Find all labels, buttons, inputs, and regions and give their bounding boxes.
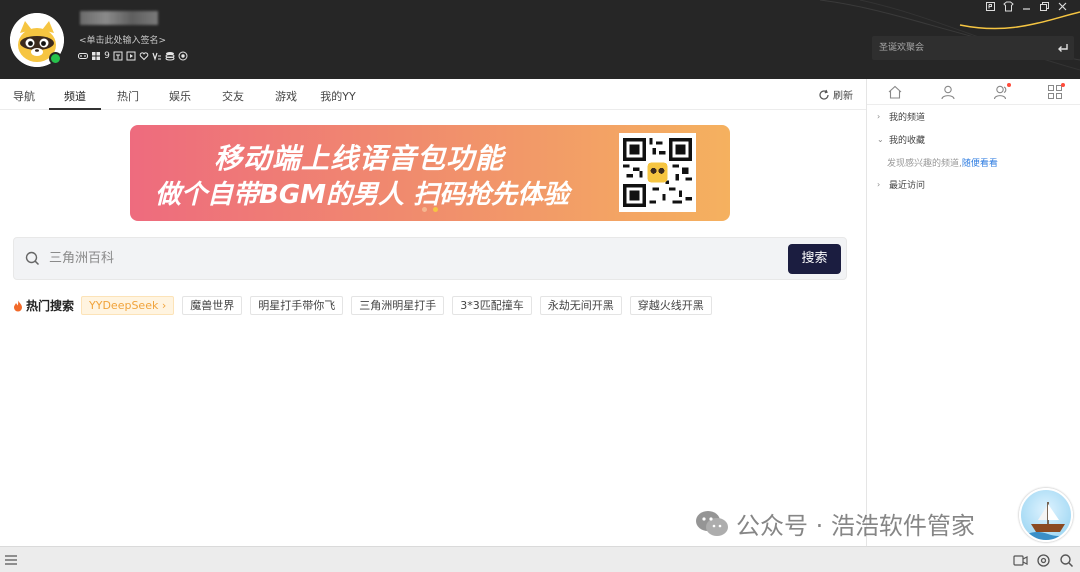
hot-search-chip[interactable]: 三角洲明星打手	[351, 296, 445, 315]
wechat-icon	[696, 510, 728, 536]
minimize-icon[interactable]	[1021, 1, 1032, 12]
tab-bar: 导航 频道 热门 娱乐 交友 游戏 我的YY 刷新	[0, 79, 866, 110]
sidebar-item-recent[interactable]: › 最近访问	[877, 178, 925, 191]
watermark-avatar	[1019, 488, 1073, 542]
hot-search-chip[interactable]: 魔兽世界	[182, 296, 243, 315]
card-icon[interactable]	[113, 51, 123, 61]
qr-code-icon	[623, 138, 692, 207]
close-icon[interactable]	[1057, 1, 1068, 12]
search-button[interactable]: 搜索	[788, 244, 841, 274]
window-controls	[985, 1, 1068, 12]
browse-link[interactable]: 随便看看	[962, 159, 998, 169]
enter-icon[interactable]	[1056, 41, 1070, 55]
wechat-watermark: 公众号 · 浩浩软件管家	[694, 506, 975, 541]
skin-icon[interactable]	[1003, 1, 1014, 12]
sidebar-tabs	[867, 79, 1080, 105]
hint-text: 发现感兴趣的频道,	[887, 159, 962, 169]
sidebar-item-my-channels[interactable]: › 我的频道	[877, 110, 925, 123]
gamepad-icon[interactable]	[78, 51, 88, 61]
coins-icon[interactable]	[165, 51, 175, 61]
notification-dot	[1061, 83, 1065, 87]
main-search-input[interactable]	[49, 238, 749, 279]
status-bar	[0, 546, 1080, 572]
pin-icon[interactable]	[985, 1, 996, 12]
level-number: 9	[104, 51, 110, 61]
search-icon[interactable]	[1059, 553, 1074, 568]
play-icon[interactable]	[126, 51, 136, 61]
refresh-label: 刷新	[833, 91, 853, 102]
carousel-dot-active[interactable]	[433, 207, 438, 212]
signature-input[interactable]: <单击此处输入签名>	[79, 33, 166, 46]
apps-icon[interactable]	[1047, 83, 1065, 100]
tab-my-yy[interactable]: 我的YY	[320, 79, 356, 110]
restore-icon[interactable]	[1039, 1, 1050, 12]
notification-dot	[1007, 83, 1011, 87]
sidebar-item-label: 我的收藏	[889, 136, 926, 146]
video-icon[interactable]	[1013, 553, 1028, 568]
banner-headline: 移动端上线语音包功能	[214, 142, 505, 175]
tab-channel[interactable]: 频道	[49, 79, 101, 110]
username-blurred	[80, 11, 158, 25]
person-icon[interactable]	[940, 84, 956, 100]
hot-search-row: 热门搜索 YYDeepSeek › 魔兽世界 明星打手带你飞 三角洲明星打手 3…	[13, 296, 720, 315]
sidebar-item-label: 我的频道	[889, 113, 926, 123]
fire-icon	[14, 300, 22, 311]
tab-nav[interactable]: 导航	[12, 79, 36, 110]
user-badges: 9	[78, 51, 188, 61]
heart-icon[interactable]	[139, 51, 149, 61]
home-icon[interactable]	[887, 84, 903, 100]
hot-search-title: 热门搜索	[13, 297, 74, 314]
sidebar-item-label: 最近访问	[889, 181, 926, 191]
chevron-right-icon: ›	[877, 180, 881, 189]
online-status-dot	[49, 52, 62, 65]
grid-badge-icon[interactable]	[91, 51, 101, 61]
friends-icon[interactable]	[993, 83, 1011, 100]
refresh-icon	[819, 89, 829, 100]
search-icon	[25, 251, 40, 266]
banner-subline: 做个自带BGM的男人 扫码抢先体验	[155, 180, 570, 210]
sidebar-item-my-favorites[interactable]: ⌄ 我的收藏	[877, 133, 925, 146]
tab-hot[interactable]: 热门	[116, 79, 140, 110]
tab-social[interactable]: 交友	[221, 79, 245, 110]
header-search-input[interactable]	[872, 36, 1042, 60]
hot-search-chip[interactable]: 永劫无间开黑	[539, 296, 622, 315]
hot-search-chip[interactable]: 3*3匹配撞车	[452, 296, 532, 315]
right-sidebar: › 我的频道 ⌄ 我的收藏 发现感兴趣的频道,随便看看 › 最近访问	[866, 79, 1080, 546]
settings-icon[interactable]	[1036, 553, 1051, 568]
favorites-empty-hint: 发现感兴趣的频道,随便看看	[887, 156, 998, 169]
hot-search-chip[interactable]: YYDeepSeek ›	[81, 296, 175, 315]
menu-icon[interactable]	[4, 554, 18, 566]
promo-banner[interactable]: 移动端上线语音包功能 做个自带BGM的男人 扫码抢先体验	[130, 125, 730, 221]
title-bar: <单击此处输入签名> 9	[0, 0, 1080, 79]
status-bar-tools	[1013, 553, 1074, 568]
header-search-box	[872, 36, 1074, 60]
eye-icon[interactable]	[178, 51, 188, 61]
tab-games[interactable]: 游戏	[274, 79, 298, 110]
chevron-down-icon: ⌄	[877, 135, 884, 144]
hot-search-label: 热门搜索	[26, 299, 75, 313]
watermark-text: 公众号 · 浩浩软件管家	[736, 512, 975, 540]
carousel-dots	[422, 207, 438, 212]
carousel-dot[interactable]	[422, 207, 427, 212]
hot-search-chip[interactable]: 穿越火线开黑	[629, 296, 712, 315]
chevron-right-icon: ›	[877, 112, 881, 121]
refresh-button[interactable]: 刷新	[818, 87, 853, 102]
main-search-box: 搜索	[13, 237, 847, 280]
vip-icon[interactable]	[152, 51, 162, 61]
hot-search-chip[interactable]: 明星打手带你飞	[250, 296, 344, 315]
qr-code	[619, 133, 696, 212]
tab-entertainment[interactable]: 娱乐	[168, 79, 192, 110]
